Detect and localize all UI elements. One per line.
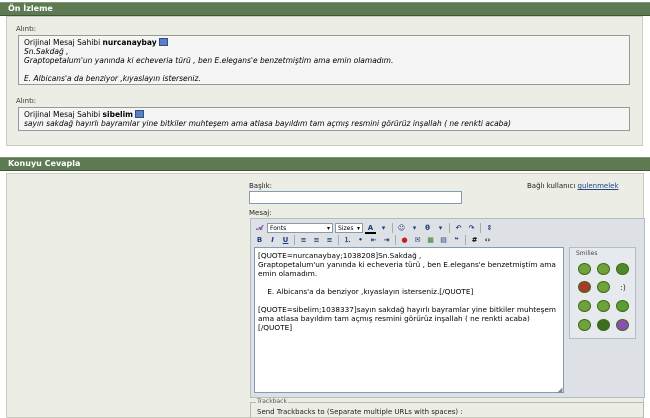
separator — [338, 235, 339, 245]
quote-prefix: Orijinal Mesaj Sahibi — [24, 38, 103, 47]
smiley-icon[interactable] — [616, 300, 629, 312]
quote-prefix: Orijinal Mesaj Sahibi — [24, 110, 103, 119]
chevron-down-icon: ▾ — [326, 224, 330, 232]
align-right-icon[interactable]: ≡ — [324, 235, 335, 246]
smiley-icon[interactable] — [616, 263, 629, 275]
separator — [449, 223, 450, 233]
chevron-down-icon[interactable]: ▾ — [409, 223, 420, 234]
message-label: Mesaj: — [249, 209, 272, 217]
separator — [480, 223, 481, 233]
quote-menu-icon[interactable]: θ — [422, 223, 433, 234]
attachment-icon[interactable]: ▤ — [438, 235, 449, 246]
quote-author[interactable]: sibelim — [103, 110, 133, 119]
smilies-panel: Smilies :) — [569, 247, 636, 339]
resize-grip-icon[interactable]: ◢ — [557, 386, 562, 394]
undo-icon[interactable]: ↶ — [453, 223, 464, 234]
font-select-value: Fonts — [270, 224, 287, 232]
separator — [392, 223, 393, 233]
smiley-icon[interactable] — [616, 319, 629, 331]
quote-box: Orijinal Mesaj Sahibi sibelim sayın sakd… — [18, 107, 630, 131]
quote-line: Sn.Sakdağ , — [24, 47, 69, 56]
smiley-icon[interactable] — [578, 263, 591, 275]
quote-author[interactable]: nurcanaybay — [103, 38, 157, 47]
quote-line: sayın sakdağ hayırlı bayramlar yine bitk… — [24, 119, 511, 128]
size-select-value: Sizes — [338, 224, 354, 232]
title-input[interactable] — [249, 191, 462, 204]
underline-icon[interactable]: U — [280, 235, 291, 246]
html-code-icon[interactable]: ‹› — [482, 235, 493, 246]
link-icon[interactable]: ● — [399, 235, 410, 246]
text-color-icon[interactable]: A — [365, 223, 376, 234]
view-post-icon[interactable] — [158, 38, 168, 46]
indent-icon[interactable]: ⇥ — [381, 235, 392, 246]
quote-line: E. Albicans'a da benziyor ,kıyaslayın is… — [24, 74, 201, 83]
chevron-down-icon[interactable]: ▾ — [378, 223, 389, 234]
ordered-list-icon[interactable]: ⒈ — [342, 235, 353, 246]
quote-icon[interactable]: ❝ — [451, 235, 462, 246]
smiley-icon[interactable] — [597, 300, 610, 312]
separator — [395, 235, 396, 245]
size-select[interactable]: Sizes ▾ — [335, 223, 363, 233]
separator — [465, 235, 466, 245]
smiley-icon[interactable] — [578, 300, 591, 312]
smiley-icon[interactable] — [578, 319, 591, 331]
quote-box: Orijinal Mesaj Sahibi nurcanaybay Sn.Sak… — [18, 35, 630, 85]
align-center-icon[interactable]: ≡ — [311, 235, 322, 246]
quote-label: Alıntı: — [16, 97, 37, 105]
image-icon[interactable]: ▦ — [425, 235, 436, 246]
view-post-icon[interactable] — [135, 110, 144, 118]
text-smiley-icon[interactable]: :) — [620, 283, 626, 292]
email-icon[interactable]: ✉ — [412, 235, 423, 246]
toolbar-row-2: B I U ≡ ≡ ≡ ⒈ • ⇤ ⇥ ● ✉ ▦ ▤ ❝ # ‹› — [254, 234, 493, 246]
resize-icon[interactable]: ⇕ — [484, 223, 495, 234]
redo-icon[interactable]: ↷ — [466, 223, 477, 234]
smiley-icon[interactable] — [578, 281, 591, 293]
quote-label: Alıntı: — [16, 25, 37, 33]
smilies-caption: Smilies — [576, 250, 598, 257]
chevron-down-icon[interactable]: ▾ — [435, 223, 446, 234]
toolbar-row-1: 𝒜 Fonts ▾ Sizes ▾ A ▾ ☺ ▾ θ ▾ ↶ ↷ ⇕ — [254, 222, 495, 234]
trackback-legend: Trackback — [256, 398, 288, 405]
reply-header: Konuyu Cevapla — [0, 157, 650, 171]
trackback-text: Send Trackbacks to (Separate multiple UR… — [257, 408, 463, 416]
smiley-icon[interactable] — [597, 319, 610, 331]
smiley-icon[interactable] — [597, 263, 610, 275]
logged-in-prefix: Bağlı kullanıcı — [527, 182, 578, 190]
chevron-down-icon: ▾ — [356, 224, 360, 232]
username-link[interactable]: gulenmelek — [578, 182, 619, 190]
preview-header: Ön İzleme — [0, 2, 650, 16]
switch-mode-icon[interactable]: 𝒜 — [254, 223, 265, 234]
unordered-list-icon[interactable]: • — [355, 235, 366, 246]
smiley-icon[interactable] — [597, 281, 610, 293]
separator — [294, 235, 295, 245]
title-label: Başlık: — [249, 182, 273, 190]
font-select[interactable]: Fonts ▾ — [267, 223, 333, 233]
message-textarea[interactable]: [QUOTE=nurcanaybay;1038208]Sn.Sakdağ , G… — [254, 247, 564, 393]
quote-line: Graptopetalum'un yanında ki echeveria tü… — [24, 56, 394, 65]
logged-in-info: Bağlı kullanıcı gulenmelek — [527, 182, 619, 190]
outdent-icon[interactable]: ⇤ — [368, 235, 379, 246]
align-left-icon[interactable]: ≡ — [298, 235, 309, 246]
bold-icon[interactable]: B — [254, 235, 265, 246]
smiley-icon[interactable]: ☺ — [396, 223, 407, 234]
italic-icon[interactable]: I — [267, 235, 278, 246]
code-hash-icon[interactable]: # — [469, 235, 480, 246]
